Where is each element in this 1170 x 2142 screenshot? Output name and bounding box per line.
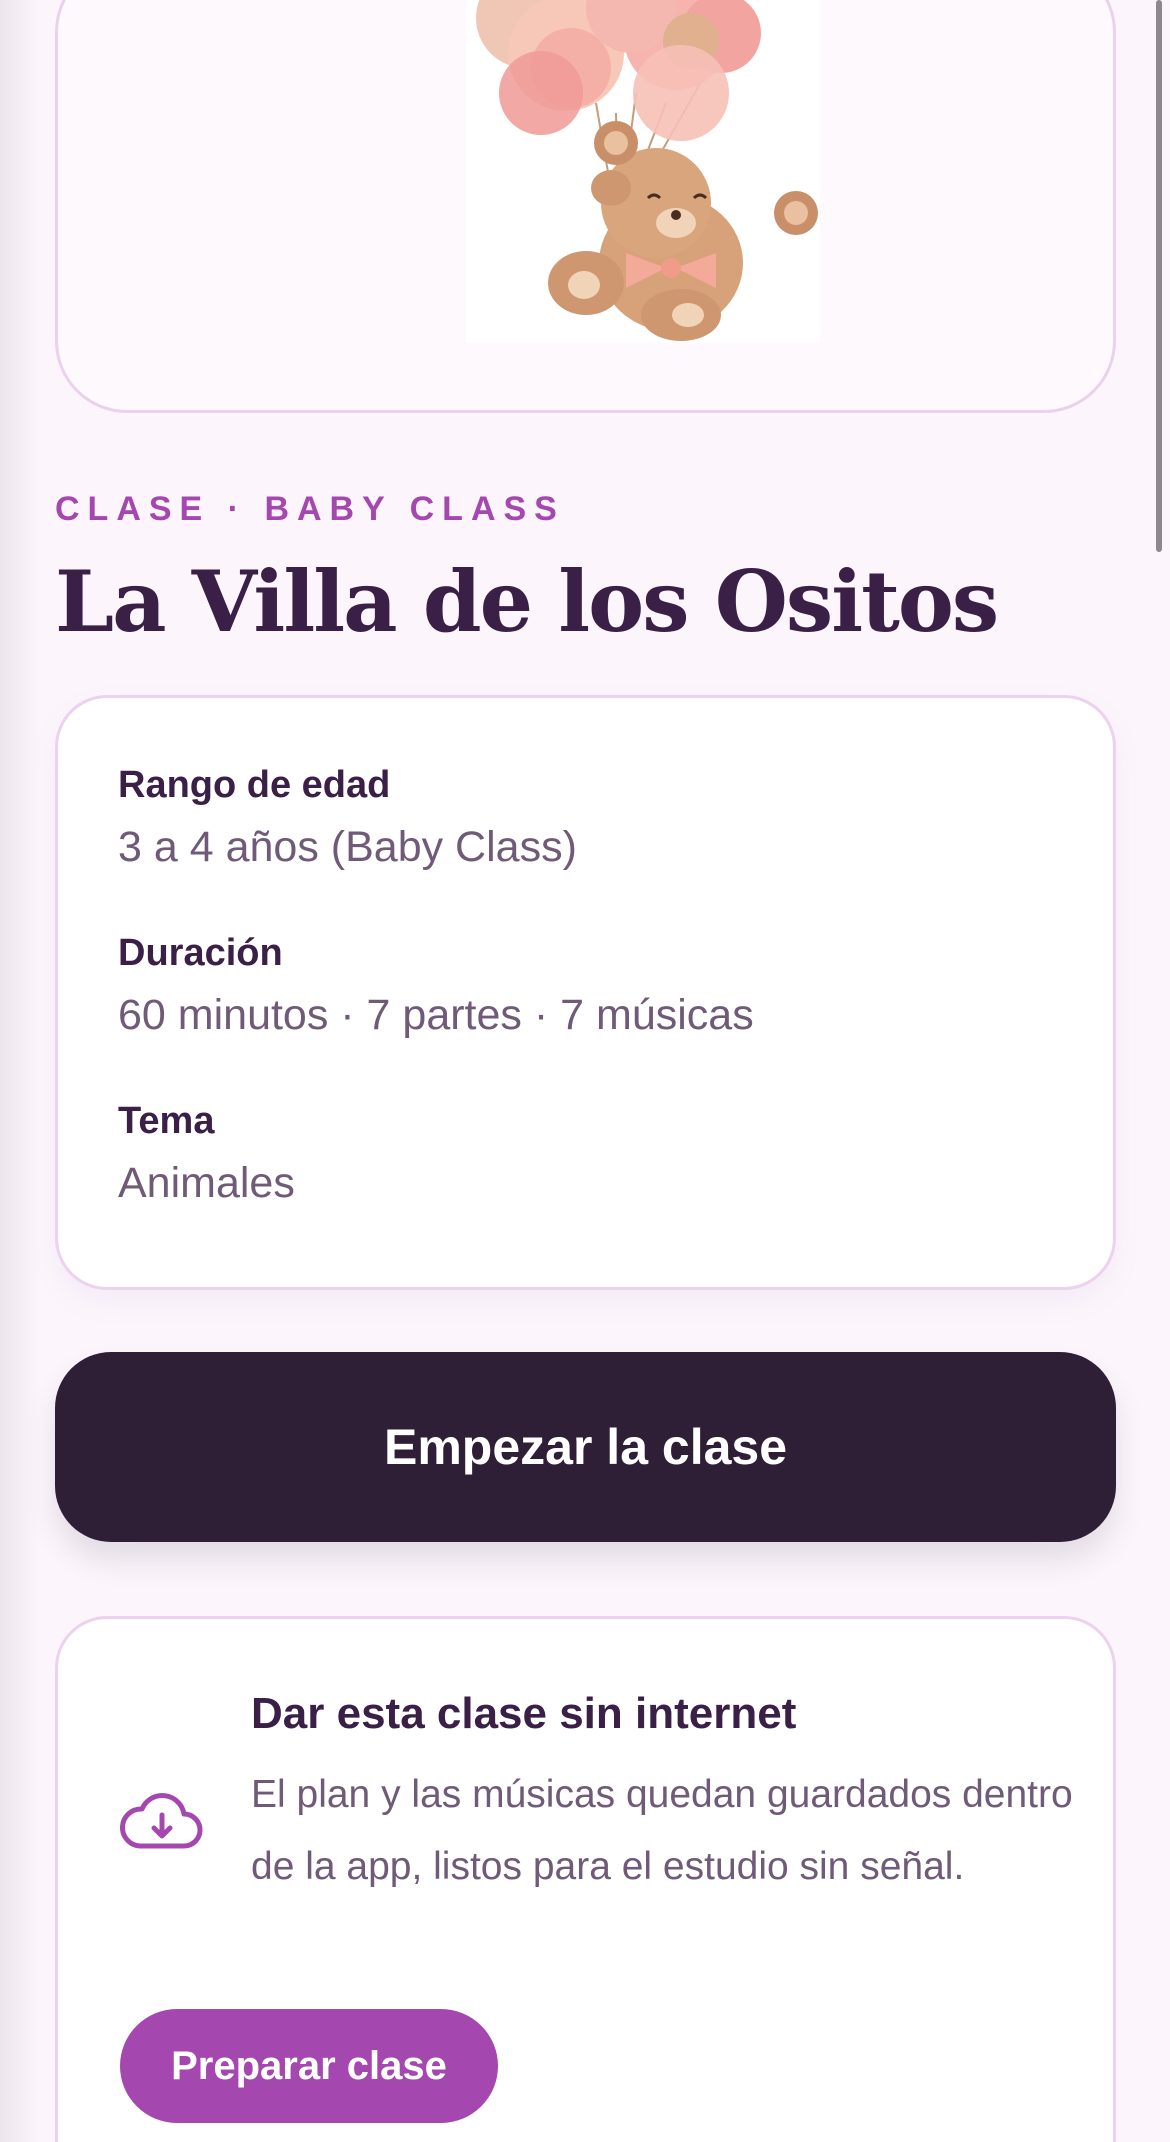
detail-theme: Tema Animales	[118, 1100, 295, 1208]
class-title: La Villa de los Ositos	[55, 552, 999, 651]
detail-age-range: Rango de edad 3 a 4 años (Baby Class)	[118, 764, 577, 872]
class-overline: CLASE · BABY CLASS	[55, 490, 565, 528]
start-class-button[interactable]: Empezar la clase	[55, 1352, 1116, 1542]
offline-title: Dar esta clase sin internet	[251, 1689, 797, 1738]
cloud-download-icon	[119, 1791, 204, 1853]
scrollbar[interactable]	[1156, 0, 1162, 552]
detail-duration: Duración 60 minutos · 7 partes · 7 músic…	[118, 932, 754, 1040]
teddy-bear-balloons-image	[466, 0, 820, 343]
hero-image-card	[55, 0, 1116, 413]
detail-value: 60 minutos · 7 partes · 7 músicas	[118, 991, 754, 1039]
detail-label: Rango de edad	[118, 764, 391, 806]
detail-value: Animales	[118, 1159, 295, 1207]
detail-label: Duración	[118, 932, 283, 974]
detail-label: Tema	[118, 1100, 215, 1142]
offline-card: Dar esta clase sin internet El plan y la…	[55, 1616, 1116, 2142]
class-details-card: Rango de edad 3 a 4 años (Baby Class) Du…	[55, 695, 1116, 1290]
detail-value: 3 a 4 años (Baby Class)	[118, 823, 577, 871]
offline-description: El plan y las músicas quedan guardados d…	[251, 1773, 1073, 1888]
page-left-shade	[0, 0, 40, 2142]
prepare-class-button[interactable]: Preparar clase	[120, 2009, 498, 2123]
